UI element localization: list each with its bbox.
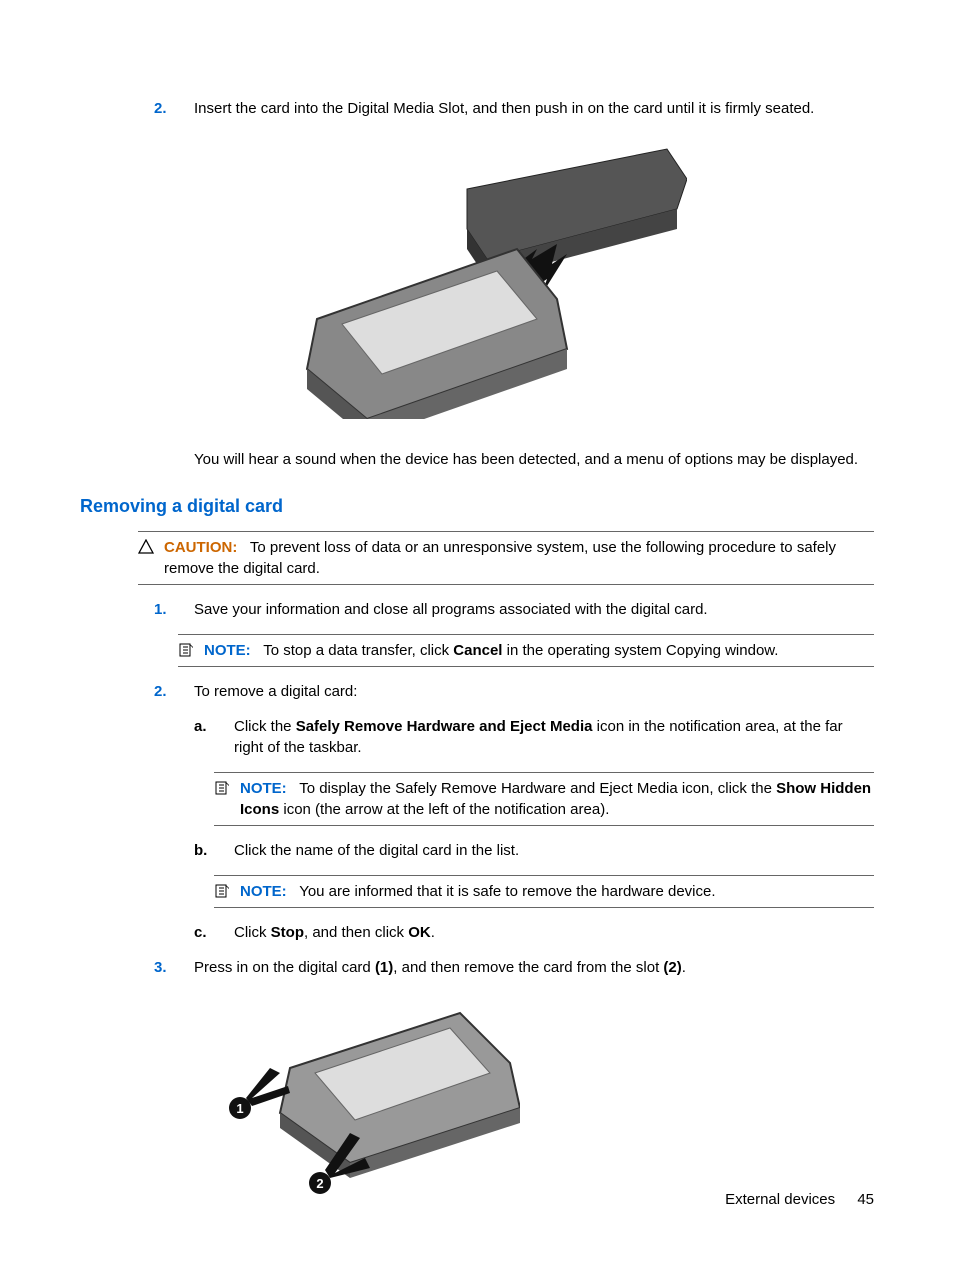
- remove-step-3: 3. Press in on the digital card (1), and…: [154, 957, 874, 978]
- step-2: 2. Insert the card into the Digital Medi…: [154, 98, 874, 119]
- remove-step-2b: b. Click the name of the digital card in…: [194, 840, 874, 861]
- note-label: NOTE:: [240, 780, 287, 797]
- step-text: Insert the card into the Digital Media S…: [194, 98, 874, 119]
- step-letter: b.: [194, 840, 234, 861]
- step-number: 3.: [154, 957, 194, 978]
- svg-text:1: 1: [236, 1101, 243, 1116]
- step-text: Click the Safely Remove Hardware and Eje…: [234, 716, 874, 758]
- step-text: To remove a digital card:: [194, 681, 874, 702]
- step-text: Save your information and close all prog…: [194, 599, 874, 620]
- step-letter: c.: [194, 922, 234, 943]
- step-number: 1.: [154, 599, 194, 620]
- caution-text: CAUTION: To prevent loss of data or an u…: [164, 537, 874, 579]
- after-image-text: You will hear a sound when the device ha…: [194, 449, 874, 470]
- step-text: Click Stop, and then click OK.: [234, 922, 874, 943]
- section-heading: Removing a digital card: [80, 494, 874, 519]
- note-text: NOTE: You are informed that it is safe t…: [240, 881, 874, 902]
- step-text: Press in on the digital card (1), and th…: [194, 957, 874, 978]
- remove-step-2: 2. To remove a digital card:: [154, 681, 874, 702]
- note-icon: [178, 640, 198, 661]
- note-block-2: NOTE: To display the Safely Remove Hardw…: [214, 772, 874, 826]
- remove-card-illustration: 1 2: [220, 998, 520, 1198]
- insert-card-illustration: [80, 139, 874, 419]
- remove-step-2a: a. Click the Safely Remove Hardware and …: [194, 716, 874, 758]
- step-text: Click the name of the digital card in th…: [234, 840, 874, 861]
- remove-step-1: 1. Save your information and close all p…: [154, 599, 874, 620]
- note-block-3: NOTE: You are informed that it is safe t…: [214, 875, 874, 908]
- caution-label: CAUTION:: [164, 539, 237, 556]
- note-block-1: NOTE: To stop a data transfer, click Can…: [178, 634, 874, 667]
- page-number: 45: [857, 1191, 874, 1208]
- note-label: NOTE:: [204, 642, 251, 659]
- step-letter: a.: [194, 716, 234, 758]
- note-icon: [214, 881, 234, 902]
- remove-step-2c: c. Click Stop, and then click OK.: [194, 922, 874, 943]
- note-label: NOTE:: [240, 883, 287, 900]
- caution-block: CAUTION: To prevent loss of data or an u…: [138, 531, 874, 585]
- caution-icon: [138, 537, 158, 579]
- step-number: 2.: [154, 98, 194, 119]
- note-icon: [214, 778, 234, 820]
- page-footer: External devices 45: [725, 1189, 874, 1210]
- step-number: 2.: [154, 681, 194, 702]
- note-text: NOTE: To stop a data transfer, click Can…: [204, 640, 874, 661]
- footer-section: External devices: [725, 1191, 835, 1208]
- svg-text:2: 2: [316, 1176, 323, 1191]
- note-text: NOTE: To display the Safely Remove Hardw…: [240, 778, 874, 820]
